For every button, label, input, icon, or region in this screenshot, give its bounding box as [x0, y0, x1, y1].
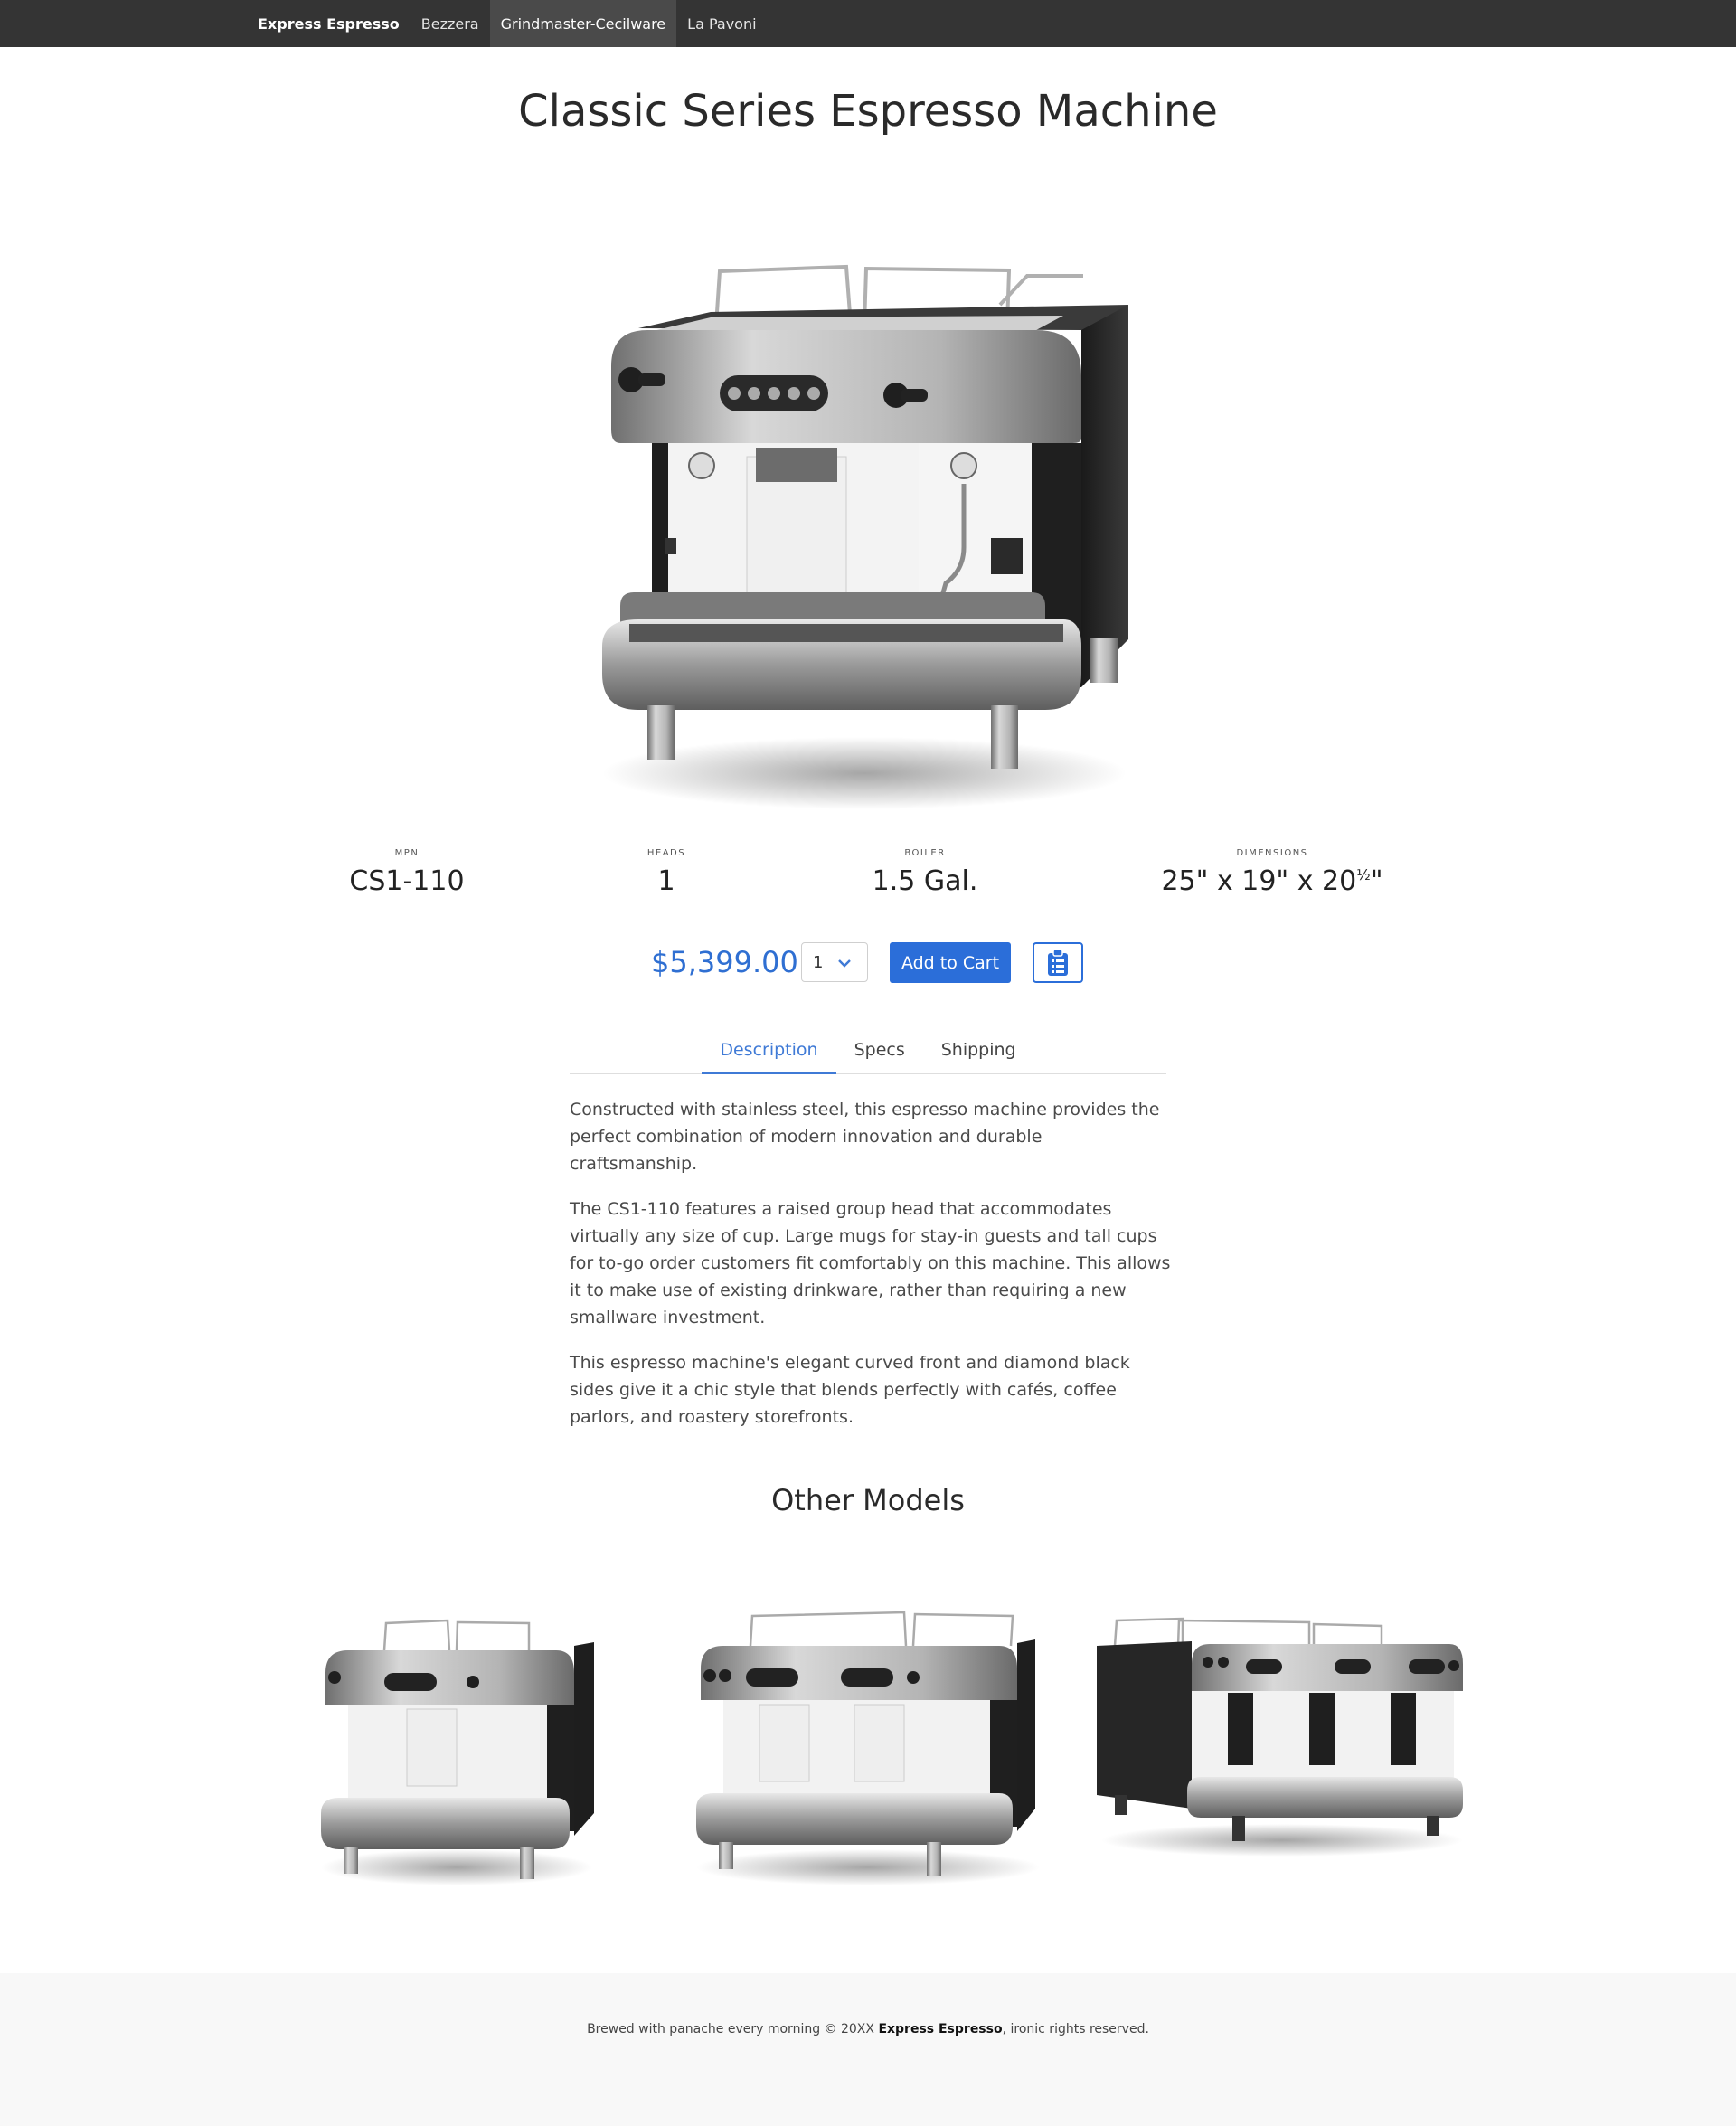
description-paragraph: Constructed with stainless steel, this e…	[570, 1100, 1160, 1174]
description-paragraph: The CS1-110 features a raised group head…	[570, 1199, 1171, 1328]
dimensions-fraction: ½	[1356, 866, 1371, 883]
spec-boiler: BOILER 1.5 Gal.	[862, 848, 988, 897]
footer-prefix: Brewed with panache every morning © 20XX	[587, 2022, 879, 2036]
model-image-three-group[interactable]	[1092, 1610, 1472, 1863]
description-panel: Constructed with stainless steel, this e…	[570, 1096, 1171, 1449]
chevron-down-icon	[838, 959, 851, 968]
quantity-value: 1	[813, 952, 824, 972]
spec-dimensions: DIMENSIONS 25" x 19" x 20½"	[1127, 848, 1417, 897]
spec-label: MPN	[394, 848, 420, 858]
nav-links: Express Espresso Bezzera Grindmaster-Cec…	[247, 0, 768, 47]
brand-link[interactable]: Express Espresso	[247, 0, 410, 47]
dimensions-main: 25" x 19" x 20	[1161, 865, 1357, 897]
spec-label: BOILER	[904, 848, 946, 858]
product-tabs: Description Specs Shipping	[570, 1031, 1166, 1074]
footer-brand: Express Espresso	[878, 2022, 1003, 2036]
tab-specs[interactable]: Specs	[836, 1031, 923, 1074]
footer: Brewed with panache every morning © 20XX…	[0, 1973, 1736, 2126]
tab-shipping[interactable]: Shipping	[923, 1031, 1034, 1074]
dimensions-suffix: "	[1370, 865, 1383, 897]
model-image-single-group[interactable]	[312, 1610, 610, 1890]
nav-link-la-pavoni[interactable]: La Pavoni	[676, 0, 767, 47]
page-title: Classic Series Espresso Machine	[518, 86, 1218, 137]
clipboard-icon	[1048, 949, 1068, 976]
other-models-title: Other Models	[771, 1483, 965, 1517]
spec-heads: HEADS 1	[603, 848, 730, 897]
price: $5,399.00	[651, 945, 798, 979]
spec-label: DIMENSIONS	[1236, 848, 1308, 858]
clipboard-button[interactable]	[1033, 942, 1083, 983]
spec-value: 25" x 19" x 20½"	[1127, 865, 1417, 897]
spec-label: HEADS	[646, 848, 686, 858]
footer-text: Brewed with panache every morning © 20XX…	[0, 2022, 1736, 2036]
tab-description[interactable]: Description	[702, 1031, 836, 1074]
quantity-select[interactable]: 1	[801, 942, 868, 982]
model-image-two-group[interactable]	[687, 1605, 1058, 1890]
footer-suffix: , ironic rights reserved.	[1002, 2022, 1149, 2036]
spec-value: 1.5 Gal.	[872, 865, 978, 897]
nav-link-grindmaster-cecilware[interactable]: Grindmaster-Cecilware	[489, 0, 677, 47]
spec-mpn: MPN CS1-110	[344, 848, 470, 897]
spec-value: 1	[657, 865, 675, 897]
spec-value: CS1-110	[349, 865, 465, 897]
nav-link-bezzera[interactable]: Bezzera	[410, 0, 490, 47]
description-paragraph: This espresso machine's elegant curved f…	[570, 1353, 1130, 1427]
add-to-cart-button[interactable]: Add to Cart	[890, 942, 1011, 983]
product-image	[602, 264, 1128, 809]
navbar: Express Espresso Bezzera Grindmaster-Cec…	[0, 0, 1736, 47]
